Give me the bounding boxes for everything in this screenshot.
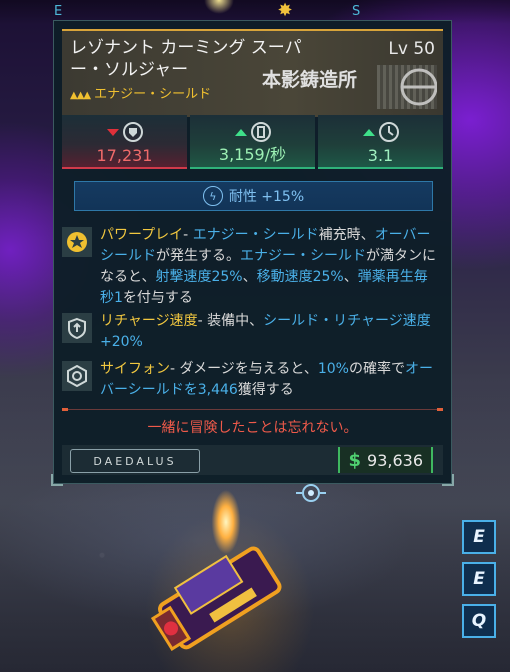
perk-text-segment: 射撃速度25% xyxy=(155,269,243,285)
perk-text-segment: の確率で xyxy=(348,361,405,377)
perk-recharge: リチャージ速度- 装備中、シールド・リチャージ速度+20% xyxy=(62,311,443,353)
perk-title: パワープレイ xyxy=(100,227,184,243)
stat-recharge-rate: 3,159/秒 xyxy=(190,115,315,169)
compass-glow xyxy=(204,0,234,14)
item-level: Lv 50 xyxy=(388,39,435,59)
perk-text-segment: 、 xyxy=(242,269,257,285)
item-footer: DAEDALUS $ 93,636 xyxy=(62,445,443,475)
stat-row: 17,231 3,159/秒 3.1 xyxy=(62,115,443,169)
item-card: レゾナント カーミング スーパー・ソルジャー Lv 50 本影鋳造所 ▲▲▲ エナ… xyxy=(51,20,454,486)
flavor-divider xyxy=(62,408,443,411)
perk-text-segment: 10% xyxy=(317,361,349,377)
hotkey-e-button[interactable]: E xyxy=(462,520,496,554)
shield-recharge-icon xyxy=(62,313,92,343)
manufacturer-emblem-icon xyxy=(377,65,437,109)
item-type: ▲▲▲ エナジー・シールド xyxy=(70,83,211,102)
perk-text-segment: 、 xyxy=(343,269,358,285)
perk-text-segment: 獲得する xyxy=(237,382,294,398)
hotkey-column: E E Q xyxy=(462,520,498,646)
rarity-chevron-icon: ▲▲▲ xyxy=(70,90,91,101)
resistance-label: 耐性 +15% xyxy=(228,189,305,205)
item-type-label: エナジー・シールド xyxy=(94,87,212,102)
perk-text-segment: エナジー・シールド xyxy=(240,248,366,264)
perk-text-segment: 補充時、 xyxy=(318,227,375,243)
brand-logo: DAEDALUS xyxy=(70,449,200,473)
compass-south-label: S xyxy=(352,4,361,19)
shield-item-model xyxy=(150,546,282,652)
perk-text-segment: エナジー・シールド xyxy=(192,227,319,243)
perk-text-segment: が発生する。 xyxy=(156,248,240,264)
price-tag: $ 93,636 xyxy=(338,447,433,473)
stat-decrease-icon xyxy=(106,128,119,136)
perk-title: リチャージ速度 xyxy=(100,313,198,329)
compass-east-label: E xyxy=(54,4,63,19)
objective-star-icon: ✸ xyxy=(277,0,293,21)
lightning-icon: ϟ xyxy=(202,186,223,206)
perk-text-segment: - 装備中、 xyxy=(197,313,264,329)
perk-text-segment: 移動速度25% xyxy=(256,269,344,285)
perk-text-segment: - xyxy=(183,227,193,243)
hotkey-e-secondary-button[interactable]: E xyxy=(462,562,496,596)
perk-powerplay: パワープレイ- エナジー・シールド補充時、オーバーシールドが発生する。エナジー・… xyxy=(62,225,443,309)
stat-recharge-rate-value: 3,159/秒 xyxy=(218,145,287,164)
recharge-icon xyxy=(250,122,271,142)
stat-increase-icon xyxy=(234,128,247,136)
perk-siphon: サイフォン- ダメージを与えると、10%の確率でオーバーシールドを3,446獲得… xyxy=(62,359,443,401)
currency-icon: $ xyxy=(348,449,362,471)
item-header: レゾナント カーミング スーパー・ソルジャー Lv 50 本影鋳造所 ▲▲▲ エナ… xyxy=(62,29,443,117)
timer-icon xyxy=(378,122,399,142)
hotkey-q-button[interactable]: Q xyxy=(462,604,496,638)
stat-increase-icon xyxy=(362,128,375,136)
perk-text: パワープレイ- エナジー・シールド補充時、オーバーシールドが発生する。エナジー・… xyxy=(100,225,437,309)
perk-text-segment: を付与する xyxy=(122,290,193,306)
stat-capacity-value: 17,231 xyxy=(96,146,153,165)
crosshair-icon xyxy=(296,484,326,502)
perk-text-segment: - ダメージを与えると、 xyxy=(170,361,318,377)
perk-text: リチャージ速度- 装備中、シールド・リチャージ速度+20% xyxy=(100,311,437,353)
star-badge-icon xyxy=(62,227,92,257)
flavor-text: 一緒に冒険したことは忘れない。 xyxy=(147,420,358,436)
resistance-bar: ϟ 耐性 +15% xyxy=(74,181,433,211)
perk-text: サイフォン- ダメージを与えると、10%の確率でオーバーシールドを3,446獲得… xyxy=(100,359,437,401)
perk-title: サイフォン xyxy=(100,361,170,377)
siphon-icon xyxy=(62,361,92,391)
stat-recharge-delay: 3.1 xyxy=(318,115,443,169)
price-amount: 93,636 xyxy=(367,450,423,470)
manufacturer-label: 本影鋳造所 xyxy=(262,69,358,91)
stat-recharge-delay-value: 3.1 xyxy=(367,146,394,165)
shield-icon xyxy=(122,122,143,142)
stat-capacity: 17,231 xyxy=(62,115,187,169)
